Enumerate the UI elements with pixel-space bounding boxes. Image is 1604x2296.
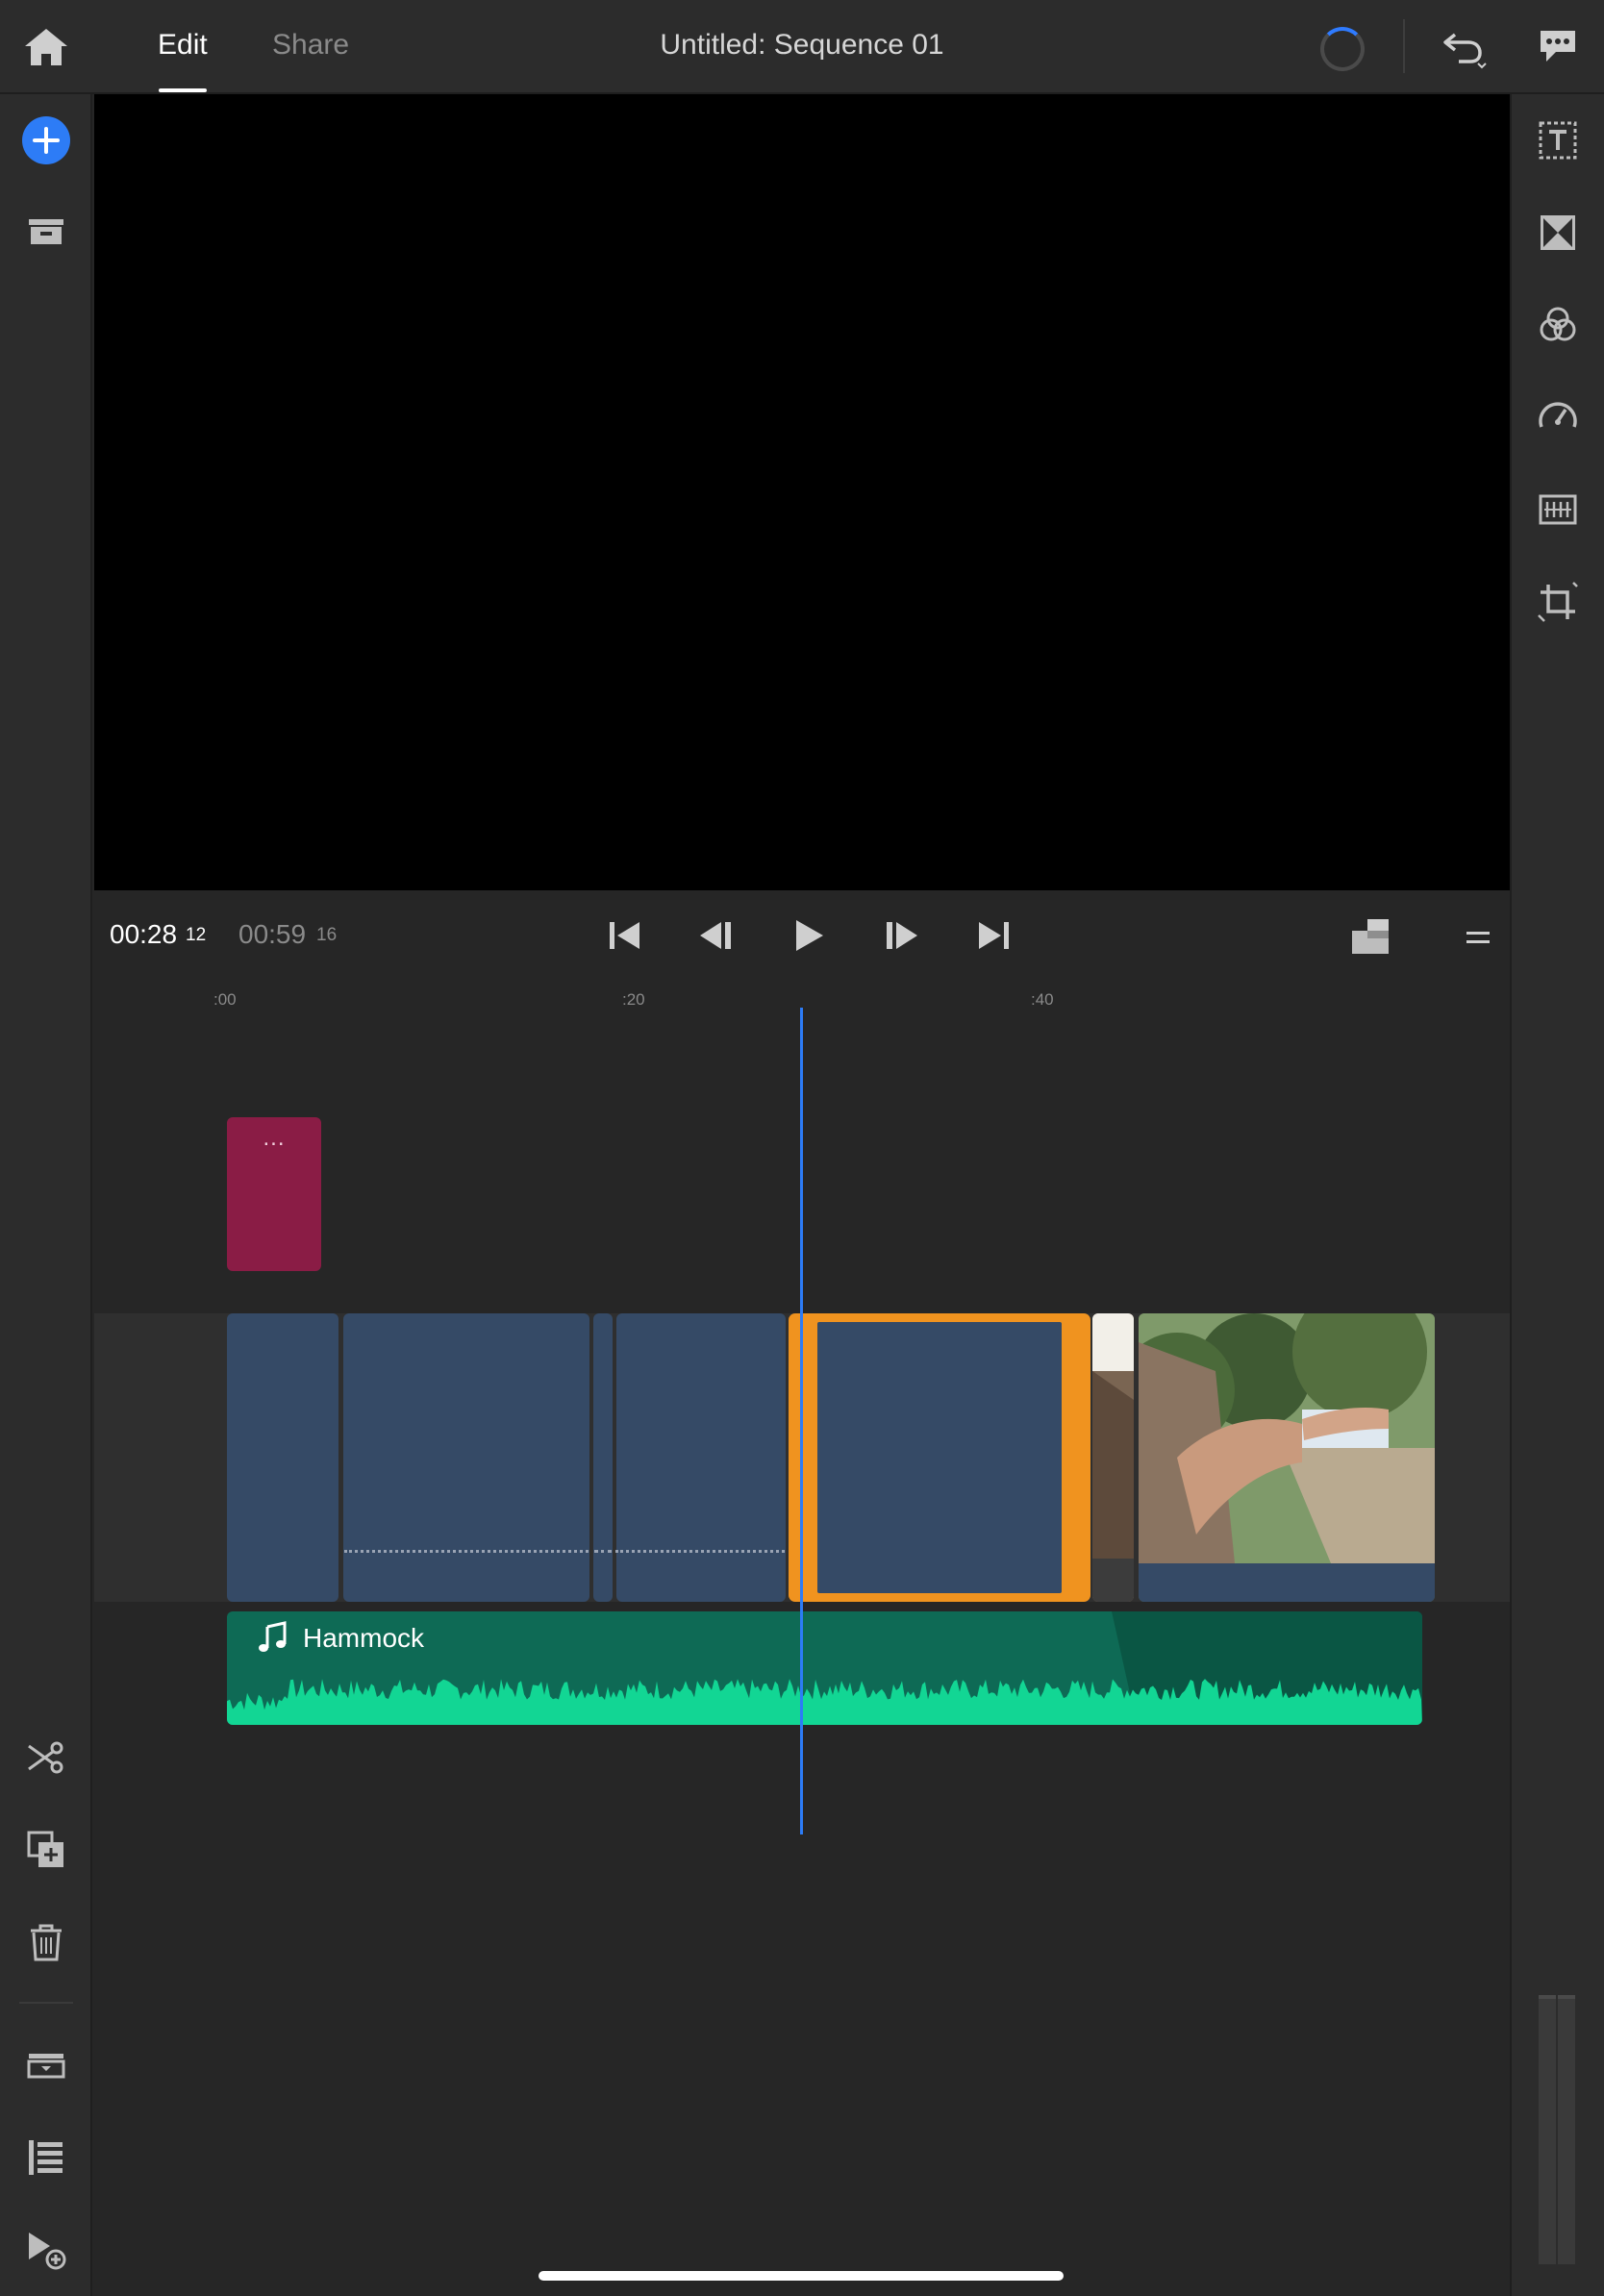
duration-timecode: 00:59 — [238, 919, 307, 949]
audio-clip-label: Hammock — [303, 1623, 425, 1653]
timeline-menu-icon[interactable] — [1464, 927, 1492, 948]
video-clip-1[interactable] — [227, 1313, 338, 1602]
project-bin-icon[interactable] — [21, 208, 71, 258]
titles-icon[interactable] — [1533, 115, 1583, 165]
duration-timecode-frames: 16 — [316, 925, 338, 945]
step-back-icon[interactable] — [694, 913, 739, 958]
color-icon[interactable] — [1533, 300, 1583, 350]
ruler-label-20: :20 — [622, 990, 645, 1009]
clip-trim-indicator — [594, 1550, 612, 1554]
audio-waveform — [227, 1679, 1422, 1725]
layout-toggle-icon[interactable] — [1348, 915, 1394, 958]
active-tab-indicator — [159, 88, 207, 92]
transitions-icon[interactable] — [1533, 208, 1583, 258]
add-track-icon[interactable] — [21, 2225, 71, 2275]
title-clip[interactable]: ... — [227, 1117, 321, 1271]
add-media-icon[interactable] — [22, 116, 70, 164]
current-timecode[interactable]: 00:28 — [110, 919, 177, 950]
program-monitor[interactable] — [94, 94, 1510, 890]
video-clip-4[interactable] — [616, 1313, 786, 1602]
video-clip-thumbnail-narrow[interactable] — [1092, 1313, 1134, 1602]
video-clip-3[interactable] — [593, 1313, 613, 1602]
selected-video-clip[interactable] — [789, 1313, 1090, 1602]
audio-adjust-icon[interactable] — [1533, 485, 1583, 535]
top-bar: Edit Share Untitled: Sequence 01 — [0, 0, 1604, 94]
audio-meter-right — [1558, 1995, 1575, 2264]
music-note-icon — [258, 1621, 288, 1654]
rail-divider — [19, 2002, 73, 2004]
speed-icon[interactable] — [1533, 392, 1583, 442]
step-forward-icon[interactable] — [879, 913, 923, 958]
ruler-label-40: :40 — [1031, 990, 1054, 1009]
feedback-icon[interactable] — [1537, 27, 1579, 65]
current-timecode-frames: 12 — [186, 925, 207, 945]
split-scissors-icon[interactable] — [21, 1733, 71, 1783]
duplicate-icon[interactable] — [21, 1825, 71, 1875]
video-clip-thumbnail-boardwalk[interactable] — [1139, 1313, 1435, 1602]
clip-trim-indicator — [615, 1550, 785, 1554]
clip-trim-indicator — [344, 1550, 589, 1554]
toolbar-divider — [1403, 19, 1405, 73]
loading-spinner-icon — [1320, 27, 1365, 71]
audio-meter-left — [1539, 1995, 1556, 2264]
tracks-list-icon[interactable] — [21, 2133, 71, 2183]
go-to-start-icon[interactable] — [603, 913, 647, 958]
play-icon[interactable] — [787, 913, 831, 958]
track-settings-icon[interactable] — [21, 2040, 71, 2090]
playhead[interactable] — [800, 1008, 803, 1834]
home-indicator[interactable] — [539, 2271, 1064, 2281]
crop-transform-icon[interactable] — [1533, 577, 1583, 627]
go-to-end-icon[interactable] — [971, 913, 1015, 958]
video-clip-2[interactable] — [343, 1313, 589, 1602]
delete-trash-icon[interactable] — [21, 1917, 71, 1967]
audio-clip[interactable]: Hammock — [227, 1611, 1422, 1725]
title-clip-label: ... — [263, 1125, 286, 1151]
ruler-label-00: :00 — [213, 990, 237, 1009]
undo-icon[interactable] — [1440, 27, 1488, 69]
selected-clip-body — [817, 1322, 1062, 1593]
